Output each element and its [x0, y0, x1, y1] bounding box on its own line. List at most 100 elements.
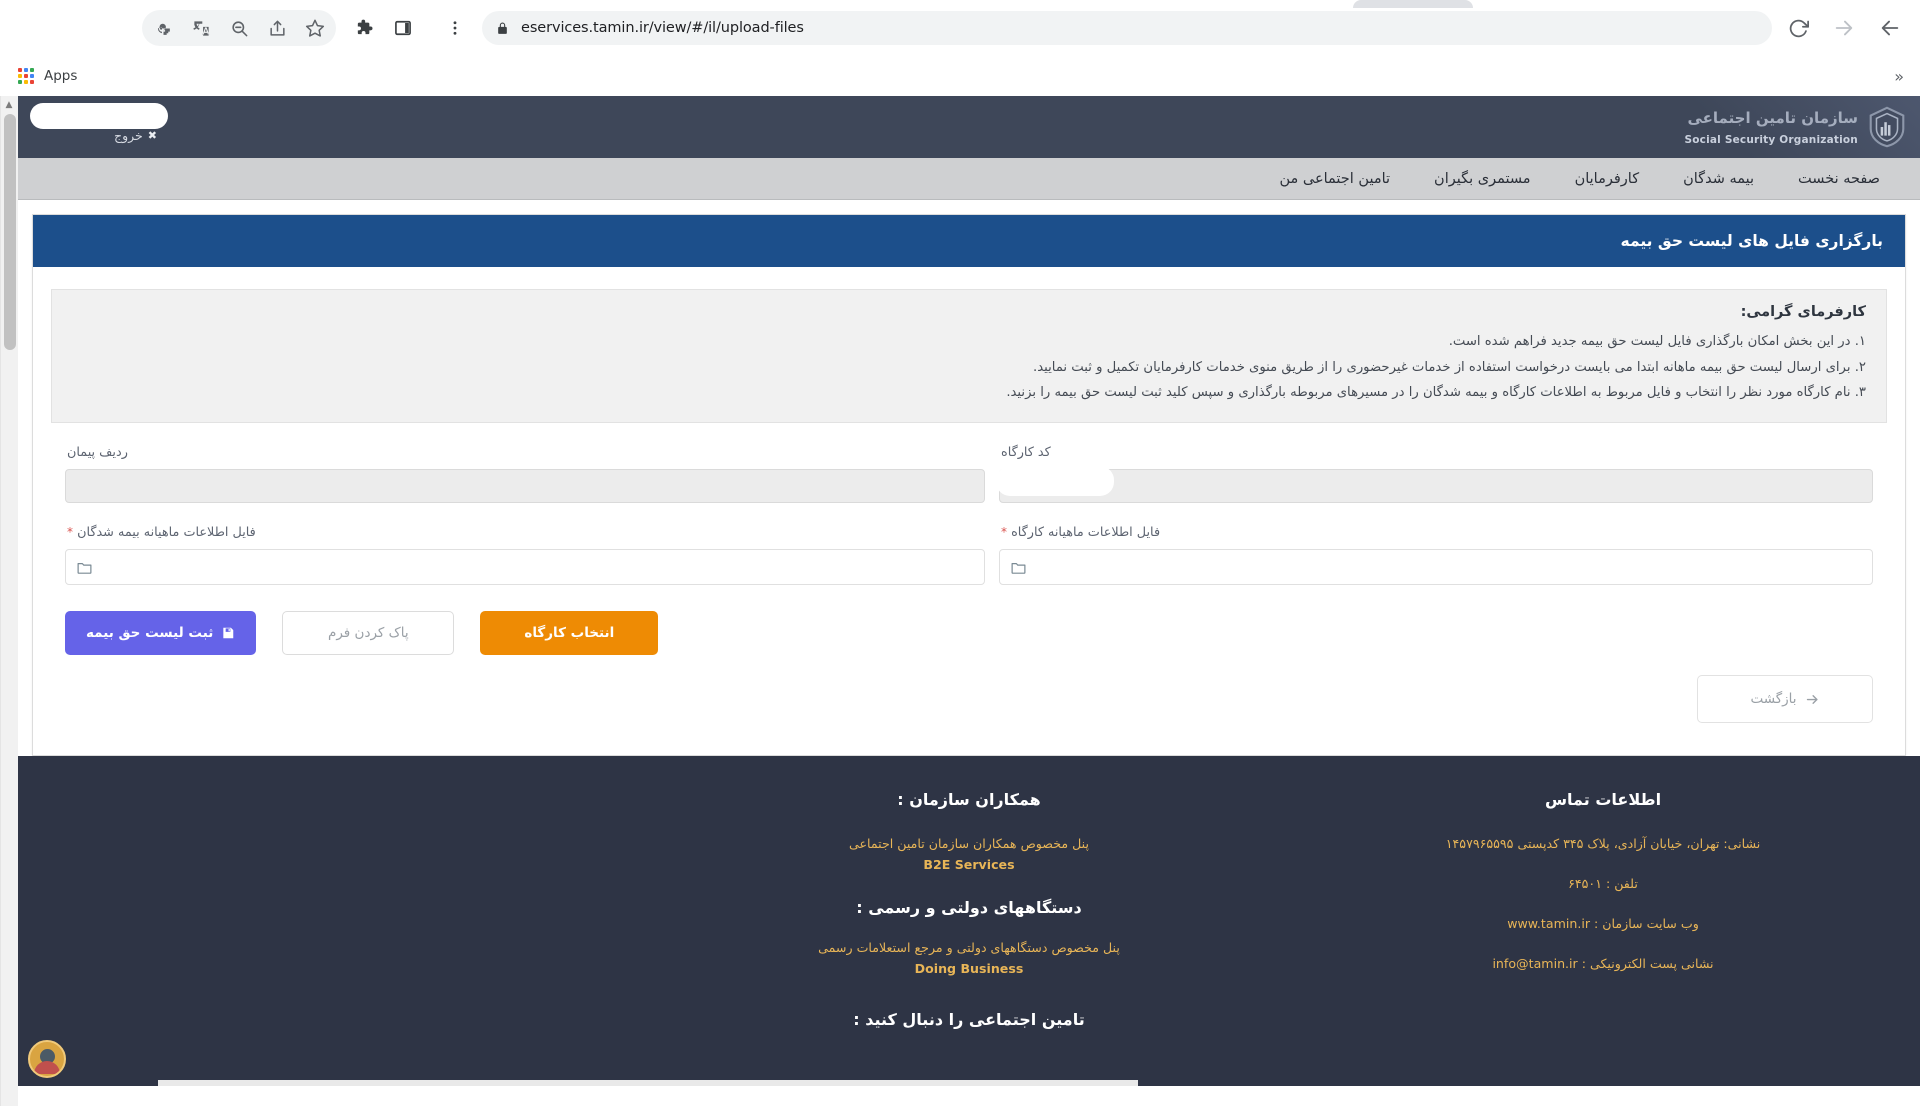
select-workshop-button[interactable]: انتخاب کارگاه — [480, 611, 659, 656]
form-row-files: فایل اطلاعات ماهیانه کارگاه * فایل اطلاع… — [51, 525, 1887, 586]
page-content: سازمان تامین اجتماعی Social Security Org… — [18, 96, 1920, 1106]
form-row-codes: کد کارگاه ردیف پیمان — [51, 445, 1887, 504]
back-label: بازگشت — [1750, 691, 1797, 708]
footer-contact-column: اطلاعات تماس نشانی: تهران، خیابان آزادی،… — [1286, 790, 1920, 1029]
clear-form-button[interactable]: پاک کردن فرم — [282, 611, 455, 656]
scroll-up-arrow-icon[interactable]: ▲ — [0, 96, 18, 114]
site-header: سازمان تامین اجتماعی Social Security Org… — [18, 96, 1920, 158]
page-viewport: ▲ سازمان تامین اجتماعی Social Security O… — [0, 96, 1920, 1106]
save-disk-icon — [221, 626, 235, 640]
gov-heading: دستگاههای دولتی و رسمی : — [856, 898, 1082, 918]
avatar-body — [34, 1061, 60, 1075]
apps-grid-icon — [18, 68, 34, 84]
workshop-file-input[interactable] — [999, 549, 1873, 586]
workshop-file-label: فایل اطلاعات ماهیانه کارگاه * — [999, 525, 1873, 542]
back-button[interactable]: بازگشت — [1697, 675, 1873, 724]
nav-item-home[interactable]: صفحه نخست — [1776, 158, 1902, 200]
browser-toolbar: eservices.tamin.ir/view/#/il/upload-file… — [0, 0, 1920, 56]
workshop-file-label-text: فایل اطلاعات ماهیانه کارگاه — [1011, 525, 1161, 541]
field-workshop-code: کد کارگاه — [996, 445, 1873, 504]
apps-shortcut[interactable]: Apps — [18, 68, 77, 84]
partners-line: پنل مخصوص همکاران سازمان تامین اجتماعی — [849, 836, 1089, 852]
follow-heading: تامین اجتماعی را دنبال کنید : — [853, 1009, 1085, 1029]
back-arrow-icon[interactable] — [1870, 8, 1910, 48]
contact-address: نشانی: تهران، خیابان آزادی، پلاک ۳۴۵ کدپ… — [1445, 836, 1761, 852]
url-text: eservices.tamin.ir/view/#/il/upload-file… — [521, 20, 804, 36]
star-icon[interactable] — [296, 10, 334, 46]
side-panel-icon[interactable] — [384, 10, 422, 46]
contact-email[interactable]: نشانی پست الکترونیکی : info@tamin.ir — [1310, 951, 1896, 977]
submit-label: ثبت لیست حق بیمه — [86, 625, 214, 642]
lock-icon — [496, 22, 509, 35]
field-contract-row: ردیف پیمان — [65, 445, 985, 504]
translate-icon[interactable] — [182, 10, 220, 46]
content-area: بارگزاری فایل های لیست حق بیمه کارفرمای … — [18, 200, 1920, 757]
folder-icon — [76, 559, 93, 576]
browser-chrome: eservices.tamin.ir/view/#/il/upload-file… — [0, 0, 1920, 96]
toolbar-icon-group — [142, 10, 336, 46]
user-zone: ✖ خروج — [18, 96, 278, 158]
field-workshop-file: فایل اطلاعات ماهیانه کارگاه * — [999, 525, 1873, 586]
logout-label: خروج — [114, 128, 143, 143]
address-bar[interactable]: eservices.tamin.ir/view/#/il/upload-file… — [482, 11, 1772, 45]
partners-link[interactable]: B2E Services — [676, 857, 1262, 872]
page-scrollbar[interactable]: ▲ — [0, 96, 18, 1106]
logo-text: سازمان تامین اجتماعی Social Security Org… — [1684, 108, 1858, 147]
user-avatar-icon[interactable] — [28, 1040, 66, 1079]
contact-website[interactable]: وب سایت سازمان : www.tamin.ir — [1310, 911, 1896, 937]
arrow-right-icon — [1805, 692, 1820, 707]
footer-columns: اطلاعات تماس نشانی: تهران، خیابان آزادی،… — [18, 790, 1920, 1029]
contact-heading: اطلاعات تماس — [1544, 790, 1662, 810]
folder-icon — [1010, 559, 1027, 576]
site-footer: اطلاعات تماس نشانی: تهران، خیابان آزادی،… — [18, 756, 1920, 1087]
nav-item-my-social-security[interactable]: تامین اجتماعی من — [1257, 158, 1412, 200]
share-icon[interactable] — [258, 10, 296, 46]
gov-link[interactable]: Doing Business — [676, 961, 1262, 976]
insured-file-label-text: فایل اطلاعات ماهیانه بیمه شدگان — [77, 525, 256, 541]
bookmarks-bar: Apps » — [0, 56, 1920, 96]
reload-icon[interactable] — [1778, 8, 1818, 48]
scrollbar-thumb[interactable] — [4, 114, 16, 350]
contract-row-input[interactable] — [65, 469, 985, 504]
logo-title-fa: سازمان تامین اجتماعی — [1687, 109, 1858, 127]
apps-label: Apps — [44, 68, 78, 84]
logo-title-en: Social Security Organization — [1684, 133, 1858, 146]
user-name-pill[interactable] — [30, 103, 168, 129]
shield-logo-icon — [1864, 104, 1910, 154]
submit-insurance-list-button[interactable]: ثبت لیست حق بیمه — [65, 611, 257, 656]
required-asterisk: * — [67, 525, 73, 540]
toolbar-right-icons — [142, 10, 474, 46]
site-logo[interactable]: سازمان تامین اجتماعی Social Security Org… — [1560, 96, 1920, 158]
extensions-puzzle-icon[interactable] — [346, 10, 384, 46]
nav-item-employers[interactable]: کارفرمایان — [1553, 158, 1662, 200]
chevron-double-right-icon[interactable]: » — [1894, 67, 1904, 86]
form-actions: ثبت لیست حق بیمه پاک کردن فرم انتخاب کار… — [51, 585, 1887, 659]
nav-item-insured[interactable]: بیمه شدگان — [1661, 158, 1776, 200]
instruction-line: ۱. در این بخش امکان بارگذاری فایل لیست ح… — [1448, 334, 1866, 349]
key-icon[interactable] — [144, 10, 182, 46]
footer-partners-column: همکاران سازمان : پنل مخصوص همکاران سازما… — [652, 790, 1286, 1029]
contact-phone: تلفن : ۶۴۵۰۱ — [1568, 876, 1638, 892]
instructions-box: کارفرمای گرامی: ۱. در این بخش امکان بارگ… — [51, 289, 1887, 424]
instruction-line: ۲. برای ارسال لیست حق بیمه ماهانه ابتدا … — [1033, 359, 1866, 375]
main-navigation: صفحه نخست بیمه شدگان کارفرمایان مستمری ب… — [18, 158, 1920, 200]
footer-bottom-strip — [158, 1080, 1138, 1087]
page-title: بارگزاری فایل های لیست حق بیمه — [33, 215, 1905, 267]
back-row: بازگشت — [51, 659, 1887, 745]
field-insured-file: فایل اطلاعات ماهیانه بیمه شدگان * — [65, 525, 985, 586]
card-body: کارفرمای گرامی: ۱. در این بخش امکان بارگ… — [33, 267, 1905, 755]
forward-arrow-icon[interactable] — [1824, 8, 1864, 48]
footer-spacer-column — [18, 790, 652, 1029]
partners-heading: همکاران سازمان : — [897, 790, 1041, 810]
instruction-line: ۳. نام کارگاه مورد نظر را انتخاب و فایل … — [1006, 385, 1866, 401]
gov-line: پنل مخصوص دستگاههای دولتی و مرجع استعلام… — [818, 940, 1120, 956]
three-dot-menu-icon[interactable] — [436, 10, 474, 46]
logout-button[interactable]: ✖ خروج — [114, 128, 157, 143]
nav-item-pensioners[interactable]: مستمری بگیران — [1412, 158, 1553, 200]
close-x-icon: ✖ — [147, 129, 157, 142]
insured-file-input[interactable] — [65, 549, 985, 586]
workshop-code-input[interactable] — [996, 466, 1873, 504]
zoom-out-icon[interactable] — [220, 10, 258, 46]
workshop-code-label: کد کارگاه — [1001, 445, 1051, 461]
insured-file-label: فایل اطلاعات ماهیانه بیمه شدگان * — [65, 525, 985, 542]
